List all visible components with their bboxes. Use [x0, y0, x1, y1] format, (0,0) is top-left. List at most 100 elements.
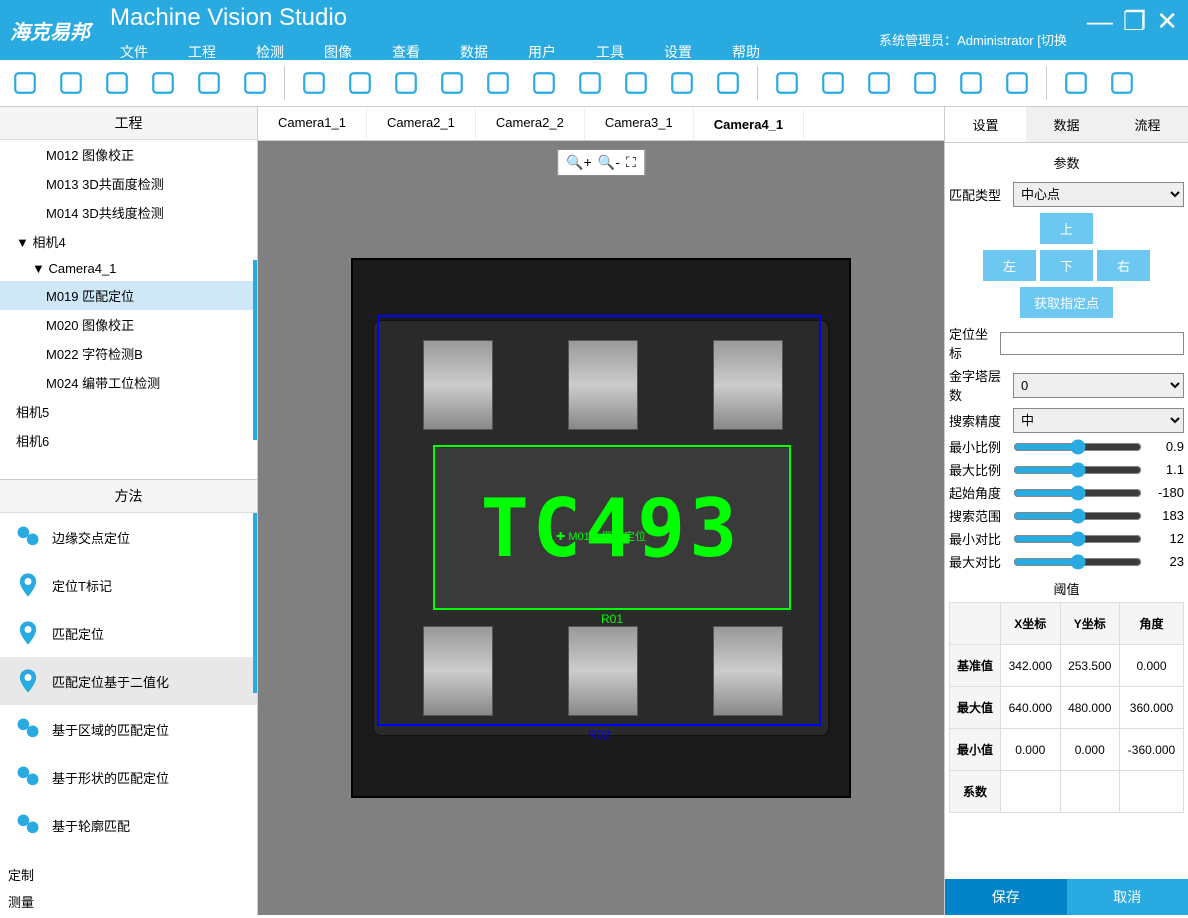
method-item[interactable]: 基于区域的匹配定位 [0, 705, 257, 753]
slider-最小对比[interactable] [1013, 531, 1142, 547]
zoom-out-icon[interactable]: 🔍- [598, 154, 620, 171]
tree-item[interactable]: M012 图像校正 [0, 140, 257, 169]
ruler-icon[interactable] [816, 66, 850, 100]
cancel-button[interactable]: 取消 [1067, 879, 1188, 915]
tree-item[interactable]: ▼ Camera4_1 [0, 256, 257, 281]
tab-Camera2_2[interactable]: Camera2_2 [476, 107, 585, 140]
rtab-设置[interactable]: 设置 [945, 107, 1026, 142]
menu-用户[interactable]: 用户 [528, 42, 556, 62]
chart-icon[interactable] [192, 66, 226, 100]
tree-item[interactable]: ▼ 相机4 [0, 227, 257, 256]
slider-最大比例[interactable] [1013, 462, 1142, 478]
slider-最小比例[interactable] [1013, 439, 1142, 455]
menu-工具[interactable]: 工具 [596, 42, 624, 62]
tab-Camera3_1[interactable]: Camera3_1 [585, 107, 694, 140]
tree-item[interactable]: M014 3D共线度检测 [0, 198, 257, 227]
tab-Camera1_1[interactable]: Camera1_1 [258, 107, 367, 140]
target-icon[interactable] [770, 66, 804, 100]
menu-文件[interactable]: 文件 [120, 42, 148, 62]
cell[interactable]: 342.000 [1001, 645, 1060, 687]
footer-custom[interactable]: 定制 [0, 861, 257, 888]
info-icon[interactable] [1105, 66, 1139, 100]
menu-查看[interactable]: 查看 [392, 42, 420, 62]
tree-item[interactable]: M013 3D共面度检测 [0, 169, 257, 198]
cell[interactable]: 640.000 [1001, 687, 1060, 729]
footer-measure[interactable]: 测量 [0, 888, 257, 915]
camera-icon[interactable] [297, 66, 331, 100]
doc2-icon[interactable] [100, 66, 134, 100]
user-icon[interactable] [665, 66, 699, 100]
lock-icon[interactable] [146, 66, 180, 100]
minimize-icon[interactable]: — [1087, 6, 1113, 37]
cell[interactable]: 0.000 [1119, 645, 1183, 687]
cell[interactable] [1060, 771, 1119, 813]
cell[interactable]: 0.000 [1001, 729, 1060, 771]
scrollbar-thumb[interactable] [253, 513, 257, 693]
locate-input[interactable] [1000, 332, 1184, 355]
key-icon[interactable] [711, 66, 745, 100]
doc1-icon[interactable] [54, 66, 88, 100]
btn-up[interactable]: 上 [1040, 213, 1093, 244]
btn-right[interactable]: 右 [1097, 250, 1150, 281]
method-item[interactable]: 基于轮廓匹配 [0, 801, 257, 849]
tab-Camera4_1[interactable]: Camera4_1 [694, 107, 804, 140]
btn-left[interactable]: 左 [983, 250, 1036, 281]
maximize-icon[interactable]: ❐ [1123, 6, 1146, 37]
close-icon[interactable]: ✕ [1156, 6, 1178, 37]
search-icon[interactable] [573, 66, 607, 100]
tree-item[interactable]: M024 编带工位检测 [0, 368, 257, 397]
menu-设置[interactable]: 设置 [664, 42, 692, 62]
warn-icon[interactable] [238, 66, 272, 100]
slider-起始角度[interactable] [1013, 485, 1142, 501]
btn-down[interactable]: 下 [1040, 250, 1093, 281]
fullscreen-icon[interactable]: ⛶ [626, 154, 636, 171]
method-item[interactable]: 形状匹配 [0, 849, 257, 861]
help-icon[interactable] [1059, 66, 1093, 100]
cell[interactable]: 480.000 [1060, 687, 1119, 729]
cell[interactable]: 253.500 [1060, 645, 1119, 687]
stats-icon[interactable] [527, 66, 561, 100]
zoom-in-icon[interactable]: 🔍+ [566, 154, 592, 171]
mail-icon[interactable] [481, 66, 515, 100]
tree-item[interactable]: M020 图像校正 [0, 310, 257, 339]
cell[interactable] [1119, 771, 1183, 813]
note-icon[interactable] [619, 66, 653, 100]
menu-图像[interactable]: 图像 [324, 42, 352, 62]
image-viewer[interactable]: 🔍+ 🔍- ⛶ TC493 R02 R01 ✚ M019_匹配定位 [258, 141, 944, 915]
method-item[interactable]: 定位T标记 [0, 561, 257, 609]
method-item[interactable]: 匹配定位 [0, 609, 257, 657]
rtab-流程[interactable]: 流程 [1107, 107, 1188, 142]
scrollbar-thumb[interactable] [253, 260, 257, 440]
cell[interactable]: -360.000 [1119, 729, 1183, 771]
page-icon[interactable] [435, 66, 469, 100]
pyramid-select[interactable]: 0 [1013, 373, 1184, 398]
tab-Camera2_1[interactable]: Camera2_1 [367, 107, 476, 140]
gear-icon[interactable] [862, 66, 896, 100]
cell[interactable] [1001, 771, 1060, 813]
method-item[interactable]: 边缘交点定位 [0, 513, 257, 561]
export-icon[interactable] [8, 66, 42, 100]
image-icon[interactable] [389, 66, 423, 100]
slider-搜索范围[interactable] [1013, 508, 1142, 524]
sync-icon[interactable] [954, 66, 988, 100]
save-button[interactable]: 保存 [945, 879, 1067, 915]
menu-数据[interactable]: 数据 [460, 42, 488, 62]
edit-icon[interactable] [343, 66, 377, 100]
tree-item[interactable]: M019 匹配定位 [0, 281, 257, 310]
cell[interactable]: 360.000 [1119, 687, 1183, 729]
match-type-select[interactable]: 中心点 [1013, 182, 1184, 207]
broadcast-icon[interactable] [1000, 66, 1034, 100]
tree-item[interactable]: 相机5 [0, 397, 257, 426]
btn-getpoint[interactable]: 获取指定点 [1020, 287, 1113, 318]
precision-select[interactable]: 中 [1013, 408, 1184, 433]
menu-工程[interactable]: 工程 [188, 42, 216, 62]
rtab-数据[interactable]: 数据 [1026, 107, 1107, 142]
method-item[interactable]: 基于形状的匹配定位 [0, 753, 257, 801]
barcode-icon[interactable] [908, 66, 942, 100]
slider-最大对比[interactable] [1013, 554, 1142, 570]
menu-帮助[interactable]: 帮助 [732, 42, 760, 62]
cell[interactable]: 0.000 [1060, 729, 1119, 771]
tree-item[interactable]: M022 字符检测B [0, 339, 257, 368]
tree-item[interactable]: 相机6 [0, 426, 257, 455]
method-item[interactable]: 匹配定位基于二值化 [0, 657, 257, 705]
